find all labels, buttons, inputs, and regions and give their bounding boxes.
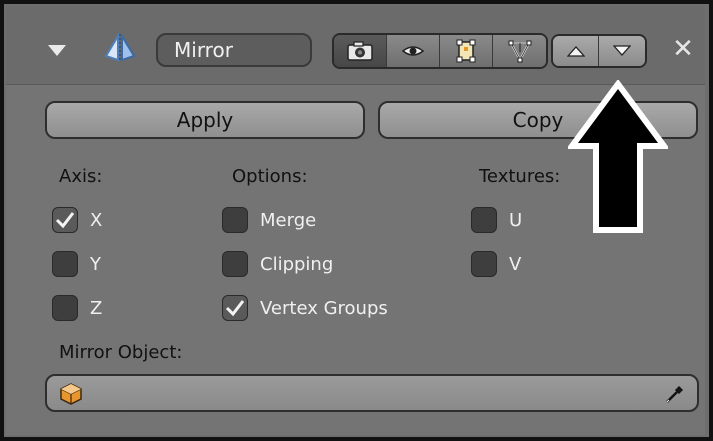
checkbox-box — [222, 295, 248, 321]
mirror-object-label: Mirror Object: — [59, 342, 183, 363]
checkbox-box — [52, 295, 78, 321]
viewport-toggle[interactable] — [387, 35, 440, 67]
texture-v-label: V — [509, 253, 522, 275]
editmode-icon — [456, 39, 476, 63]
modifier-move-buttons — [551, 34, 647, 68]
axis-x-checkbox[interactable]: X — [52, 205, 102, 235]
vertex-groups-checkbox[interactable]: Vertex Groups — [222, 293, 388, 323]
cage-toggle[interactable] — [493, 35, 546, 67]
checkbox-box — [471, 251, 497, 277]
move-up-icon — [566, 46, 585, 57]
checkbox-box — [471, 207, 497, 233]
vertex-cage-icon — [508, 40, 531, 63]
axis-x-label: X — [90, 209, 103, 231]
checkmark-icon — [55, 212, 75, 229]
vertex-groups-label: Vertex Groups — [260, 297, 388, 319]
merge-label: Merge — [260, 209, 317, 231]
close-icon[interactable]: ✕ — [670, 36, 696, 62]
checkbox-box — [52, 251, 78, 277]
mirror-object-field[interactable] — [45, 374, 699, 412]
merge-checkbox[interactable]: Merge — [222, 205, 316, 235]
modifier-visibility-toggles — [332, 33, 548, 69]
axis-label: Axis: — [59, 166, 103, 187]
checkmark-icon — [225, 300, 245, 317]
eye-icon — [401, 46, 425, 56]
move-down-icon — [613, 45, 631, 56]
axis-y-label: Y — [90, 253, 101, 275]
move-up-button[interactable] — [553, 36, 599, 66]
texture-v-checkbox[interactable]: V — [471, 249, 521, 279]
texture-u-label: U — [509, 209, 523, 231]
clipping-label: Clipping — [260, 253, 334, 275]
editmode-toggle[interactable] — [440, 35, 493, 67]
eyedropper-icon[interactable] — [663, 382, 687, 406]
checkbox-box — [222, 251, 248, 277]
collapse-triangle-icon[interactable] — [48, 45, 66, 56]
checkbox-box — [52, 207, 78, 233]
render-toggle[interactable] — [334, 35, 387, 67]
modifier-name-field[interactable]: Mirror — [156, 33, 312, 67]
modifier-header: Mirror ✕ — [6, 6, 705, 85]
object-cube-icon — [60, 383, 82, 405]
textures-label: Textures: — [479, 166, 561, 187]
move-down-button[interactable] — [599, 36, 645, 66]
axis-z-checkbox[interactable]: Z — [52, 293, 102, 323]
axis-z-label: Z — [90, 297, 103, 319]
annotation-arrow-icon — [568, 80, 668, 233]
texture-u-checkbox[interactable]: U — [471, 205, 522, 235]
mirror-modifier-icon — [104, 32, 136, 62]
axis-y-checkbox[interactable]: Y — [52, 249, 101, 279]
apply-button[interactable]: Apply — [45, 101, 365, 139]
clipping-checkbox[interactable]: Clipping — [222, 249, 333, 279]
camera-icon — [347, 41, 373, 61]
options-label: Options: — [232, 166, 308, 187]
checkbox-box — [222, 207, 248, 233]
